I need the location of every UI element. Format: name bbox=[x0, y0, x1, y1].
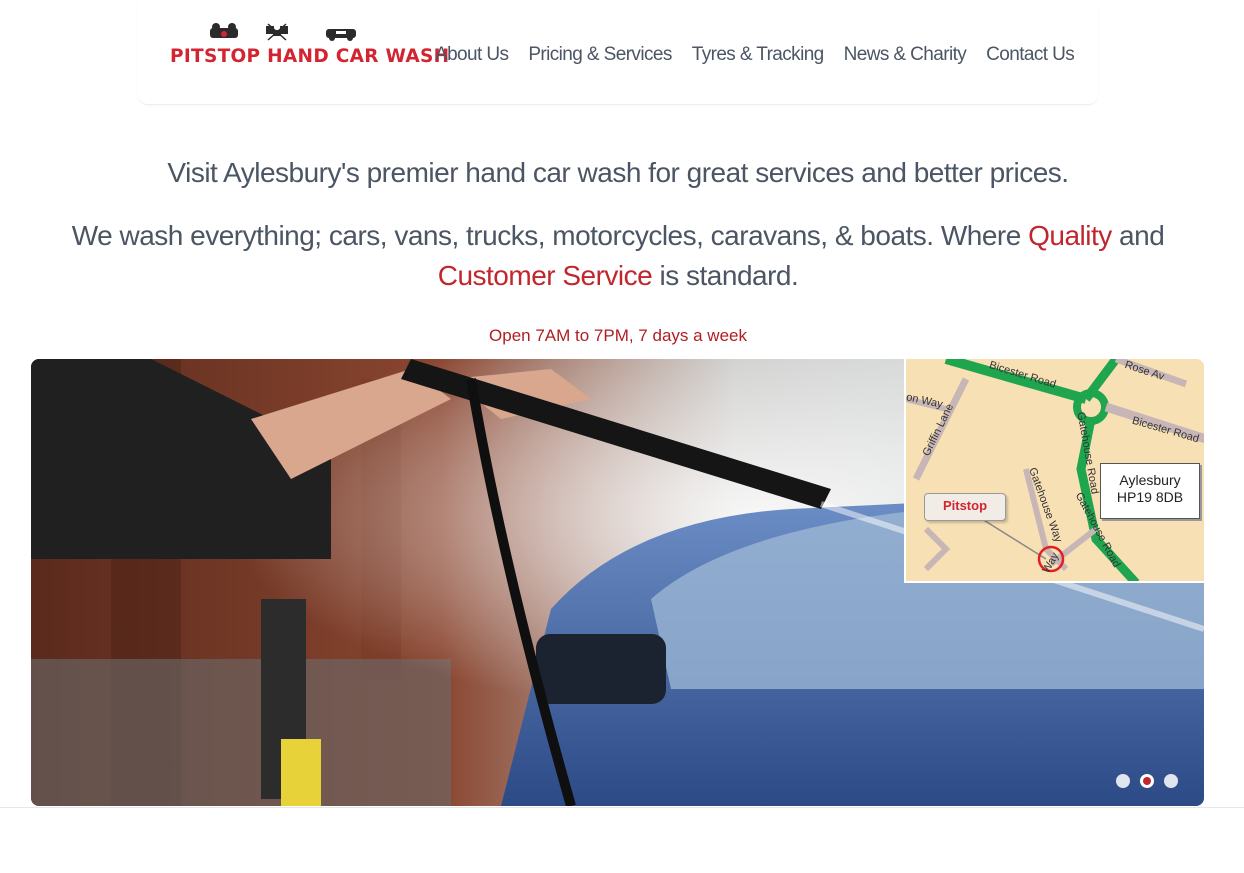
quality-highlight: Quality bbox=[1028, 220, 1112, 251]
desc-text-2: and bbox=[1111, 220, 1165, 251]
map-postcode: HP19 8DB bbox=[1116, 489, 1184, 505]
main-nav: About Us Pricing & Services Tyres & Trac… bbox=[435, 44, 1094, 66]
location-map[interactable]: Bicester Road Rose Av Bicester Road on W… bbox=[904, 359, 1204, 583]
nav-tyres-tracking[interactable]: Tyres & Tracking bbox=[692, 44, 824, 66]
section-divider bbox=[0, 807, 1244, 808]
nav-news-charity[interactable]: News & Charity bbox=[844, 44, 967, 66]
nav-about-us[interactable]: About Us bbox=[435, 44, 509, 66]
carousel-dot-3[interactable] bbox=[1164, 774, 1178, 788]
map-pin-label: Pitstop bbox=[924, 493, 1006, 521]
map-town: Aylesbury bbox=[1119, 472, 1181, 488]
opening-hours: Open 7AM to 7PM, 7 days a week bbox=[489, 326, 747, 345]
tagline: Visit Aylesbury's premier hand car wash … bbox=[167, 157, 1069, 188]
logo-cars-icon bbox=[210, 23, 356, 41]
carousel-indicators bbox=[1106, 774, 1178, 788]
logo-text: PITSTOP HAND CAR WASH bbox=[170, 46, 450, 67]
customer-service-highlight: Customer Service bbox=[437, 260, 653, 291]
map-address-box: Aylesbury HP19 8DB bbox=[1100, 463, 1200, 519]
hero-carousel[interactable]: Bicester Road Rose Av Bicester Road on W… bbox=[31, 359, 1204, 806]
logo[interactable]: PITSTOP HAND CAR WASH bbox=[168, 20, 449, 70]
desc-text-3: is standard. bbox=[652, 260, 799, 291]
desc-text-1: We wash everything; cars, vans, trucks, … bbox=[71, 220, 1029, 251]
carousel-dot-1[interactable] bbox=[1116, 774, 1130, 788]
services-description: We wash everything; cars, vans, trucks, … bbox=[60, 216, 1176, 296]
nav-pricing-services[interactable]: Pricing & Services bbox=[528, 44, 672, 66]
carousel-dot-2[interactable] bbox=[1140, 774, 1154, 788]
site-header: PITSTOP HAND CAR WASH About Us Pricing &… bbox=[138, 0, 1098, 105]
nav-contact-us[interactable]: Contact Us bbox=[986, 44, 1075, 66]
